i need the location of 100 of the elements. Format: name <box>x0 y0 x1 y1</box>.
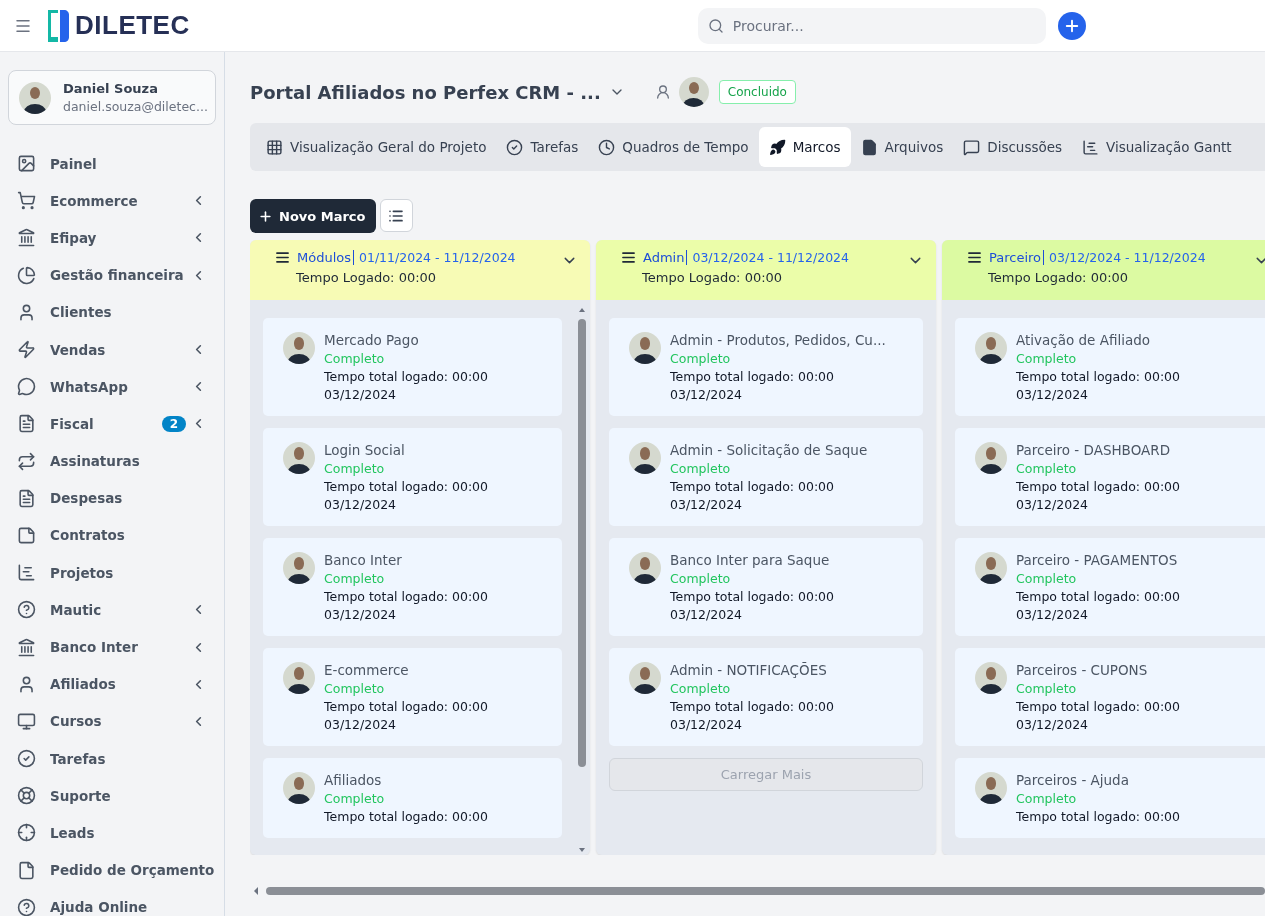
sidebar-item[interactable]: Contratos <box>8 516 216 555</box>
task-status: Completo <box>324 681 386 696</box>
tab[interactable]: Arquivos <box>850 127 954 167</box>
task-date: 03/12/2024 <box>670 497 744 512</box>
task-card[interactable]: Login Social Completo Tempo total logado: 00:00 03/12/2024 <box>263 428 562 526</box>
help-icon <box>17 897 36 916</box>
list-view-button[interactable] <box>379 199 413 232</box>
tab[interactable]: Visualização Geral do Projeto <box>256 127 497 167</box>
chart-icon <box>17 563 36 583</box>
task-card[interactable]: Mercado Pago Completo Tempo total logado: 00:00 03/12/2024 <box>263 318 562 416</box>
tab[interactable]: Visualização Gantt <box>1072 127 1242 167</box>
search-icon <box>707 17 724 34</box>
tab[interactable]: Marcos <box>758 127 851 167</box>
task-title: Banco Inter para Saque <box>670 552 831 568</box>
sidebar-item[interactable]: Painel <box>8 145 216 183</box>
tab[interactable]: Tarefas <box>496 127 589 167</box>
milestone-dates: 03/12/2024 - 11/12/2024 <box>1049 250 1206 265</box>
sidebar-item[interactable]: Tarefas <box>8 740 216 778</box>
task-card[interactable]: E-commerce Completo Tempo total logado: 00:00 03/12/2024 <box>263 648 562 746</box>
grid-icon <box>266 138 283 156</box>
sidebar-item[interactable]: Clientes <box>8 293 216 331</box>
image-icon <box>17 154 36 174</box>
sidebar-item[interactable]: Cursos <box>8 702 216 740</box>
milestone-name[interactable]: Admin <box>643 250 688 265</box>
search-field[interactable]: Procurar... <box>697 7 1046 44</box>
sidebar-item[interactable]: Fiscal 2 <box>8 405 216 443</box>
pie-chart-icon <box>17 265 36 285</box>
milestone-name[interactable]: Módulos <box>297 250 354 265</box>
task-status: Completo <box>324 351 386 366</box>
sidebar-item[interactable]: Banco Inter <box>8 628 216 666</box>
chat-icon <box>963 138 981 156</box>
sidebar-item[interactable]: Gestão financeira <box>8 256 216 294</box>
task-date: 03/12/2024 <box>324 387 398 402</box>
task-card[interactable]: Parceiros - CUPONS Completo Tempo total logado: 00:00 03/12/2024 <box>955 648 1265 746</box>
user-icon <box>17 674 36 694</box>
drag-handle-icon[interactable] <box>967 250 982 265</box>
task-card[interactable]: Admin - Produtos, Pedidos, Cu... Completo Tempo total logado: 00:00 03/12/2024 <box>609 318 923 416</box>
tab[interactable]: Quadros de Tempo <box>588 127 759 167</box>
task-time: Tempo total logado: 00:00 <box>1016 479 1180 494</box>
task-title: Parceiro - DASHBOARD <box>1016 442 1172 458</box>
drag-handle-icon[interactable] <box>275 250 290 265</box>
task-date: 03/12/2024 <box>324 497 398 512</box>
sidebar-item[interactable]: Assinaturas <box>8 442 216 480</box>
project-title: Portal Afiliados no Perfex CRM - ... <box>250 81 601 103</box>
task-card[interactable]: Banco Inter para Saque Completo Tempo total logado: 00:00 03/12/2024 <box>609 538 923 636</box>
task-card[interactable]: Ativação de Afiliado Completo Tempo total logado: 00:00 03/12/2024 <box>955 318 1265 416</box>
task-card[interactable]: Banco Inter Completo Tempo total logado: 00:00 03/12/2024 <box>263 538 562 636</box>
task-time: Tempo total logado: 00:00 <box>670 699 834 714</box>
milestone-name[interactable]: Parceiro <box>989 250 1045 265</box>
sidebar-item[interactable]: Projetos <box>8 554 216 592</box>
check-circle-icon <box>506 138 524 156</box>
task-title: Banco Inter <box>324 552 403 568</box>
sidebar-item[interactable]: Mautic <box>8 591 216 629</box>
count-badge: 2 <box>161 415 186 432</box>
task-time: Tempo total logado: 00:00 <box>1016 809 1180 824</box>
task-time: Tempo total logado: 00:00 <box>1016 369 1180 384</box>
sidebar-item[interactable]: Suporte <box>8 777 216 815</box>
logo-icon <box>46 7 70 44</box>
task-card[interactable]: Admin - Solicitação de Saque Completo Tempo total logado: 00:00 03/12/2024 <box>609 428 923 526</box>
sidebar-item[interactable]: WhatsApp <box>8 368 216 406</box>
task-date: 03/12/2024 <box>1016 387 1090 402</box>
sidebar-item[interactable]: Vendas <box>8 330 216 369</box>
sidebar-item[interactable]: Despesas <box>8 479 216 517</box>
task-title: Mercado Pago <box>324 332 420 348</box>
sidebar-item[interactable]: Ecommerce <box>8 182 216 220</box>
drag-handle-icon[interactable] <box>621 250 636 265</box>
task-title: Parceiro - PAGAMENTOS <box>1016 552 1179 568</box>
task-card[interactable]: Parceiros - Ajuda Completo Tempo total logado: 00:00 <box>955 758 1265 838</box>
task-card[interactable]: Admin - NOTIFICAÇÕES Completo Tempo total logado: 00:00 03/12/2024 <box>609 648 923 746</box>
task-status: Completo <box>324 461 386 476</box>
task-card[interactable]: Parceiro - PAGAMENTOS Completo Tempo total logado: 00:00 03/12/2024 <box>955 538 1265 636</box>
sidebar-item[interactable]: Afiliados <box>8 665 216 703</box>
task-status: Completo <box>670 681 732 696</box>
document-icon <box>17 414 36 434</box>
new-milestone-button[interactable]: Novo Marco <box>250 199 376 233</box>
task-time: Tempo total logado: 00:00 <box>324 809 488 824</box>
logged-time: Tempo Logado: 00:00 <box>642 270 784 285</box>
sidebar-item[interactable]: Efipay <box>8 219 216 257</box>
task-date: 03/12/2024 <box>1016 497 1090 512</box>
sidebar-item[interactable]: Ajuda Online <box>8 888 216 916</box>
file-icon <box>860 138 878 156</box>
task-status: Completo <box>670 351 732 366</box>
rocket-icon <box>768 138 786 156</box>
task-title: Parceiros - CUPONS <box>1016 662 1149 678</box>
clock-icon <box>598 138 616 156</box>
profile-card[interactable]: Daniel Souza daniel.souza@diletec... <box>8 70 216 125</box>
task-time: Tempo total logado: 00:00 <box>670 589 834 604</box>
cart-icon <box>17 191 36 211</box>
task-time: Tempo total logado: 00:00 <box>324 479 488 494</box>
repeat-icon <box>17 451 36 471</box>
add-button[interactable] <box>1057 11 1086 40</box>
task-card[interactable]: Parceiro - DASHBOARD Completo Tempo total logado: 00:00 03/12/2024 <box>955 428 1265 526</box>
sidebar-item[interactable]: Leads <box>8 814 216 852</box>
task-time: Tempo total logado: 00:00 <box>324 369 488 384</box>
tab[interactable]: Discussões <box>953 127 1073 167</box>
task-time: Tempo total logado: 00:00 <box>324 699 488 714</box>
task-status: Completo <box>1016 571 1078 586</box>
sidebar-item[interactable]: Pedido de Orçamento <box>8 851 216 889</box>
task-date: 03/12/2024 <box>670 607 744 622</box>
task-card[interactable]: Afiliados Completo Tempo total logado: 00:00 <box>263 758 562 838</box>
